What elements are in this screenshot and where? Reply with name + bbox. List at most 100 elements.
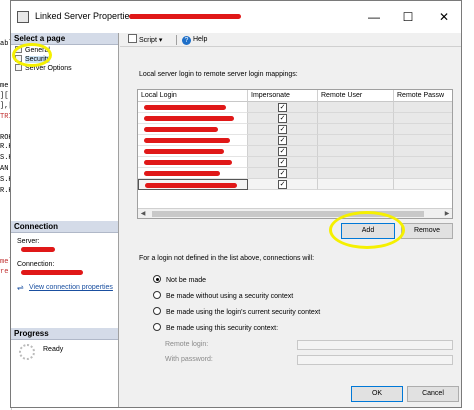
- remote-user-cell[interactable]: [318, 113, 394, 124]
- script-button[interactable]: Script ▾: [128, 34, 162, 47]
- impersonate-checkbox[interactable]: ✓: [278, 158, 287, 167]
- highlight-circle: [12, 43, 52, 67]
- local-login-cell[interactable]: [138, 102, 248, 113]
- impersonate-checkbox[interactable]: ✓: [278, 180, 287, 189]
- horizontal-scrollbar[interactable]: ◀ ▶: [138, 208, 452, 218]
- remote-password-cell[interactable]: [394, 102, 452, 113]
- column-header-local-login[interactable]: Local Login: [138, 90, 248, 102]
- redacted-login: [144, 171, 220, 176]
- radio-current-security-context[interactable]: Be made using the login's current securi…: [153, 307, 320, 318]
- column-header-impersonate[interactable]: Impersonate: [248, 90, 318, 102]
- radio-this-security-context[interactable]: Be made using this security context:: [153, 323, 278, 334]
- local-login-cell[interactable]: [138, 124, 248, 135]
- redacted-server-name: [129, 14, 241, 19]
- impersonate-cell[interactable]: ✓: [248, 179, 318, 190]
- remove-button[interactable]: Remove: [401, 223, 453, 239]
- radio-without-security-context[interactable]: Be made without using a security context: [153, 291, 293, 302]
- title-bar[interactable]: Linked Server Properties - — ☐ ✕: [11, 1, 461, 33]
- scroll-right-icon[interactable]: ▶: [442, 209, 452, 218]
- remote-user-cell[interactable]: [318, 157, 394, 168]
- view-connection-properties-link[interactable]: View connection properties: [29, 284, 113, 291]
- script-dropdown-icon[interactable]: ▾: [159, 37, 163, 44]
- local-login-cell[interactable]: [138, 179, 248, 190]
- script-icon: [128, 34, 137, 43]
- server-label: Server:: [17, 238, 40, 245]
- local-login-cell[interactable]: [138, 157, 248, 168]
- remote-password-cell[interactable]: [394, 179, 452, 190]
- impersonate-checkbox[interactable]: ✓: [278, 147, 287, 156]
- table-row[interactable]: ✓: [138, 168, 452, 179]
- remote-login-input[interactable]: [297, 340, 453, 350]
- radio-indicator[interactable]: [153, 307, 161, 315]
- remote-user-cell[interactable]: [318, 179, 394, 190]
- close-button[interactable]: ✕: [427, 1, 461, 33]
- remote-password-cell[interactable]: [394, 146, 452, 157]
- progress-spinner-icon: [19, 344, 35, 360]
- impersonate-cell[interactable]: ✓: [248, 135, 318, 146]
- column-header-remote-password[interactable]: Remote Passw: [394, 90, 452, 102]
- impersonate-cell[interactable]: ✓: [248, 157, 318, 168]
- table-row[interactable]: ✓: [138, 124, 452, 135]
- redacted-server: [21, 247, 55, 252]
- radio-label: Be made using the login's current securi…: [166, 309, 321, 316]
- app-icon: [17, 11, 29, 23]
- left-pane: Select a page General Security Server Op…: [11, 33, 119, 407]
- table-row[interactable]: ✓: [138, 146, 452, 157]
- remote-user-cell[interactable]: [318, 168, 394, 179]
- impersonate-checkbox[interactable]: ✓: [278, 103, 287, 112]
- with-password-label: With password:: [165, 356, 213, 363]
- remote-password-cell[interactable]: [394, 135, 452, 146]
- radio-label: Be made without using a security context: [166, 293, 294, 300]
- local-login-cell[interactable]: [138, 113, 248, 124]
- table-row[interactable]: ✓: [138, 113, 452, 124]
- help-button[interactable]: ? Help: [182, 34, 207, 46]
- redacted-login: [144, 116, 234, 121]
- radio-indicator[interactable]: [153, 323, 161, 331]
- impersonate-cell[interactable]: ✓: [248, 124, 318, 135]
- local-login-cell[interactable]: [138, 168, 248, 179]
- impersonate-checkbox[interactable]: ✓: [278, 114, 287, 123]
- cancel-button[interactable]: Cancel: [407, 386, 459, 402]
- column-header-remote-user[interactable]: Remote User: [318, 90, 394, 102]
- remote-password-cell[interactable]: [394, 157, 452, 168]
- impersonate-cell[interactable]: ✓: [248, 168, 318, 179]
- connection-label: Connection:: [17, 261, 55, 268]
- redacted-login: [144, 149, 224, 154]
- ok-button[interactable]: OK: [351, 386, 403, 402]
- radio-indicator[interactable]: [153, 275, 161, 283]
- impersonate-checkbox[interactable]: ✓: [278, 136, 287, 145]
- radio-label: Be made using this security context:: [166, 325, 279, 332]
- maximize-button[interactable]: ☐: [391, 1, 425, 33]
- editor-line: me: [0, 82, 9, 90]
- local-login-cell[interactable]: [138, 146, 248, 157]
- remote-user-cell[interactable]: [318, 102, 394, 113]
- impersonate-checkbox[interactable]: ✓: [278, 169, 287, 178]
- table-row[interactable]: ✓: [138, 102, 452, 113]
- scroll-left-icon[interactable]: ◀: [138, 209, 148, 218]
- with-password-input[interactable]: [297, 355, 453, 365]
- remote-user-cell[interactable]: [318, 124, 394, 135]
- script-label: Script: [139, 37, 157, 44]
- table-row[interactable]: ✓: [138, 135, 452, 146]
- remote-password-cell[interactable]: [394, 124, 452, 135]
- redacted-login: [144, 127, 218, 132]
- remote-password-cell[interactable]: [394, 113, 452, 124]
- radio-not-be-made[interactable]: Not be made: [153, 275, 206, 286]
- radio-label: Not be made: [166, 277, 207, 284]
- remote-user-cell[interactable]: [318, 146, 394, 157]
- mappings-caption: Local server login to remote server logi…: [139, 71, 298, 78]
- login-mappings-grid[interactable]: Local Login Impersonate Remote User Remo…: [137, 89, 453, 219]
- impersonate-cell[interactable]: ✓: [248, 102, 318, 113]
- remote-user-cell[interactable]: [318, 135, 394, 146]
- remote-password-cell[interactable]: [394, 168, 452, 179]
- table-row[interactable]: ✓: [138, 179, 452, 190]
- impersonate-checkbox[interactable]: ✓: [278, 125, 287, 134]
- radio-indicator[interactable]: [153, 291, 161, 299]
- help-label: Help: [193, 36, 208, 43]
- table-row[interactable]: ✓: [138, 157, 452, 168]
- impersonate-cell[interactable]: ✓: [248, 146, 318, 157]
- impersonate-cell[interactable]: ✓: [248, 113, 318, 124]
- minimize-button[interactable]: —: [357, 1, 391, 33]
- local-login-cell[interactable]: [138, 135, 248, 146]
- window-title: Linked Server Properties -: [35, 11, 140, 21]
